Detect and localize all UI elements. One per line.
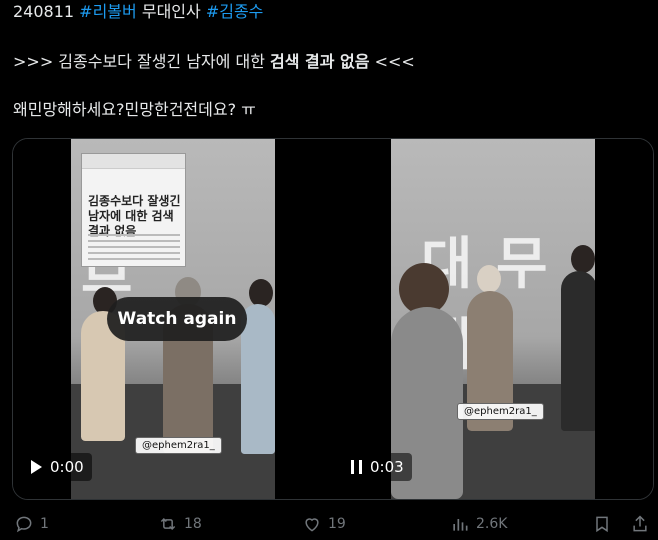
video-time: 0:00 <box>50 458 84 476</box>
video-controls: 0:00 <box>27 453 92 481</box>
like-count: 19 <box>328 516 346 532</box>
post-line-3: 왜민망해하세요?민망한건전데요? ㅠ <box>13 100 256 119</box>
bookmark-button[interactable] <box>592 514 612 534</box>
like-button[interactable]: 19 <box>302 514 346 534</box>
post-text: <<< <box>374 52 415 71</box>
video-controls: 0:03 <box>347 453 412 481</box>
media-container: 무 김종수보다 잘생긴 남자에 대한 검색 결과 없음 @ephem2ra1_ … <box>12 138 654 500</box>
share-button[interactable] <box>630 514 650 534</box>
video-frame: 대 무대 @ephem2ra1_ <box>391 139 595 499</box>
post-line-2: >>> 김종수보다 잘생긴 남자에 대한 검색 결과 없음 <<< <box>13 52 415 72</box>
reply-count: 1 <box>40 516 49 532</box>
views-count: 2.6K <box>476 516 508 532</box>
person-head <box>249 279 273 307</box>
repost-count: 18 <box>184 516 202 532</box>
repost-button[interactable]: 18 <box>158 514 202 534</box>
views-icon <box>453 519 468 531</box>
watch-again-button[interactable]: Watch again <box>107 297 247 341</box>
hashtag-link[interactable]: #김종수 <box>206 2 264 21</box>
post-text-bold: 검색 결과 없음 <box>270 52 370 71</box>
action-bar: 1 18 19 2.6K <box>0 506 658 540</box>
pause-icon[interactable] <box>351 460 362 474</box>
watermark-tag: @ephem2ra1_ <box>135 437 222 454</box>
watermark-tag: @ephem2ra1_ <box>457 403 544 420</box>
video-player-2[interactable]: 대 무대 @ephem2ra1_ 0:03 <box>333 139 653 499</box>
person-head <box>477 265 501 293</box>
person-head <box>571 245 595 273</box>
search-screenshot-inset: 김종수보다 잘생긴 남자에 대한 검색 결과 없음 <box>81 153 186 267</box>
post-line-1: 240811 #리볼버 무대인사 #김종수 <box>13 2 263 22</box>
hashtag-link[interactable]: #리볼버 <box>79 2 137 21</box>
post-date: 240811 <box>13 2 75 21</box>
person <box>241 304 275 454</box>
play-icon[interactable] <box>31 460 42 474</box>
like-icon <box>305 518 319 532</box>
inset-search-bar <box>82 154 185 169</box>
video-player-1[interactable]: 무 김종수보다 잘생긴 남자에 대한 검색 결과 없음 @ephem2ra1_ … <box>13 139 333 499</box>
bookmark-icon <box>596 516 608 533</box>
inset-text-lines <box>88 234 180 260</box>
share-icon <box>633 515 647 532</box>
reply-button[interactable]: 1 <box>14 514 49 534</box>
person <box>561 271 595 431</box>
reply-icon <box>16 516 32 533</box>
video-time: 0:03 <box>370 458 404 476</box>
post-text: 무대인사 <box>141 2 201 21</box>
post-text: >>> 김종수보다 잘생긴 남자에 대한 <box>13 52 265 71</box>
repost-icon <box>160 517 176 531</box>
views-button[interactable]: 2.6K <box>450 514 507 534</box>
inset-title: 김종수보다 잘생긴 남자에 대한 검색 결과 없음 <box>88 194 181 238</box>
